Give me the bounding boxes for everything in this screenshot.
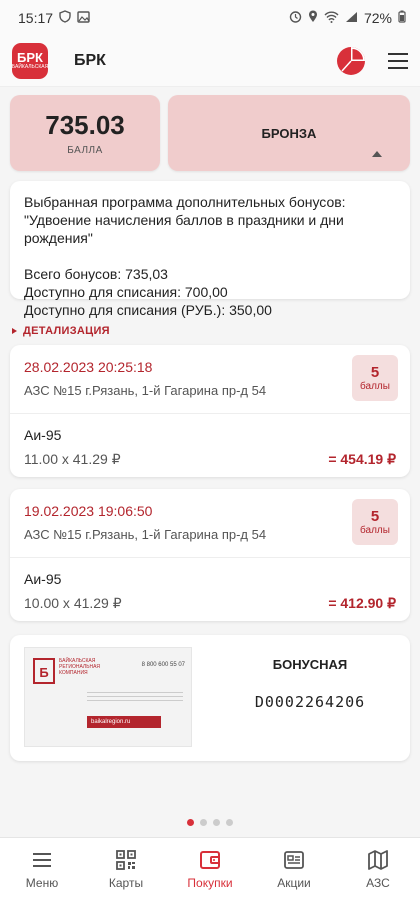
- bonus-program-info: Выбранная программа дополнительных бонус…: [10, 181, 410, 318]
- nav-label: Меню: [25, 876, 59, 890]
- level-name: БРОНЗА: [261, 125, 317, 141]
- carousel-dot-active[interactable]: [187, 819, 194, 826]
- nav-label: Покупки: [187, 876, 233, 890]
- level-card[interactable]: БРОНЗА: [168, 95, 410, 171]
- card-phone: 8 800 600 55 07: [141, 662, 185, 668]
- transaction-card[interactable]: 19.02.2023 19:06:50 АЗС №15 г.Рязань, 1-…: [10, 489, 410, 621]
- details-section-header[interactable]: ДЕТАЛИЗАЦИЯ: [12, 325, 406, 337]
- points-badge: 5 баллы: [352, 355, 398, 401]
- app-bar: БРК БАЙКАЛЬСКАЯ БРК: [0, 36, 420, 87]
- caret-up-icon[interactable]: [372, 151, 382, 157]
- nav-label: АЗС: [366, 876, 390, 890]
- divider: [10, 557, 410, 558]
- bottom-navigation: Меню Карты Покупки Акции АЗС: [0, 837, 420, 900]
- fuel-calculation: 11.00 х 41.29 ₽: [24, 451, 121, 467]
- signal-icon: [345, 11, 358, 26]
- nav-purchases[interactable]: Покупки: [168, 838, 252, 900]
- nav-label: Карты: [108, 876, 144, 890]
- menu-icon: [33, 853, 51, 867]
- card-fine-print: [87, 692, 183, 693]
- available-bonuses: Доступно для списания: 700,00: [24, 284, 228, 300]
- transaction-total: = 412.90 ₽: [328, 595, 396, 611]
- wifi-icon: [324, 11, 339, 26]
- nav-label: Акции: [277, 876, 311, 890]
- section-title: ДЕТАЛИЗАЦИЯ: [23, 325, 110, 337]
- nav-menu[interactable]: Меню: [0, 838, 84, 900]
- card-number: D0002264206: [254, 693, 366, 711]
- nav-promotions[interactable]: Акции: [252, 838, 336, 900]
- carousel-dot[interactable]: [226, 819, 233, 826]
- points-earned: 5: [370, 364, 380, 381]
- status-bar: 15:17 72%: [0, 0, 420, 36]
- fuel-type: Аи-95: [24, 427, 62, 443]
- pie-chart-icon[interactable]: [336, 46, 366, 76]
- logo-text: БРК: [17, 50, 43, 65]
- carousel-dot[interactable]: [213, 819, 220, 826]
- card-logo: Б: [33, 658, 55, 684]
- card-url: baikalregion.ru: [87, 716, 161, 728]
- transaction-station: АЗС №15 г.Рязань, 1-й Гагарина пр-д 54: [24, 527, 267, 542]
- points-value: 735.03: [45, 110, 125, 140]
- logo-subtitle: БАЙКАЛЬСКАЯ: [11, 64, 49, 70]
- map-icon: [368, 850, 388, 870]
- nav-stations[interactable]: АЗС: [336, 838, 420, 900]
- location-icon: [308, 10, 318, 26]
- points-unit: баллы: [360, 381, 390, 392]
- points-badge: 5 баллы: [352, 499, 398, 545]
- points-card: 735.03 БАЛЛА: [10, 95, 160, 171]
- triangle-right-icon: [12, 328, 17, 334]
- divider: [10, 413, 410, 414]
- fuel-type: Аи-95: [24, 571, 62, 587]
- hamburger-menu-icon[interactable]: [388, 53, 408, 69]
- app-title: БРК: [74, 52, 106, 69]
- loyalty-card-image: Б БАЙКАЛЬСКАЯ РЕГИОНАЛЬНАЯ КОМПАНИЯ 8 80…: [24, 647, 192, 747]
- transaction-card[interactable]: 28.02.2023 20:25:18 АЗС №15 г.Рязань, 1-…: [10, 345, 410, 477]
- fuel-calculation: 10.00 х 41.29 ₽: [24, 595, 122, 611]
- points-label: БАЛЛА: [67, 145, 103, 156]
- battery-level: 72%: [363, 10, 392, 26]
- program-name: "Удвоение начисления баллов в праздники …: [24, 212, 344, 246]
- available-rub: Доступно для списания (РУБ.): 350,00: [24, 302, 272, 318]
- program-title: Выбранная программа дополнительных бонус…: [24, 194, 346, 210]
- promo-icon: [284, 851, 304, 869]
- carousel-dot[interactable]: [200, 819, 207, 826]
- total-bonuses: Всего бонусов: 735,03: [24, 266, 168, 282]
- app-logo: БРК БАЙКАЛЬСКАЯ: [12, 43, 48, 79]
- alarm-icon: [289, 10, 302, 26]
- battery-icon: [398, 10, 406, 26]
- transaction-station: АЗС №15 г.Рязань, 1-й Гагарина пр-д 54: [24, 383, 267, 398]
- shield-icon: [59, 10, 71, 26]
- nav-cards[interactable]: Карты: [84, 838, 168, 900]
- transaction-datetime: 28.02.2023 20:25:18: [24, 359, 153, 375]
- status-time: 15:17: [18, 10, 54, 26]
- summary-cards: 735.03 БАЛЛА БРОНЗА: [0, 87, 420, 171]
- carousel-dots: [0, 819, 420, 826]
- gallery-icon: [77, 10, 90, 26]
- transaction-total: = 454.19 ₽: [328, 451, 396, 467]
- points-earned: 5: [370, 508, 380, 525]
- bonus-card[interactable]: Б БАЙКАЛЬСКАЯ РЕГИОНАЛЬНАЯ КОМПАНИЯ 8 80…: [10, 635, 410, 761]
- card-company-name: БАЙКАЛЬСКАЯ РЕГИОНАЛЬНАЯ КОМПАНИЯ: [59, 658, 101, 676]
- card-type: БОНУСНАЯ: [272, 657, 348, 672]
- wallet-icon: [200, 851, 220, 869]
- transaction-datetime: 19.02.2023 19:06:50: [24, 503, 153, 519]
- qr-icon: [116, 850, 136, 870]
- points-unit: баллы: [360, 525, 390, 536]
